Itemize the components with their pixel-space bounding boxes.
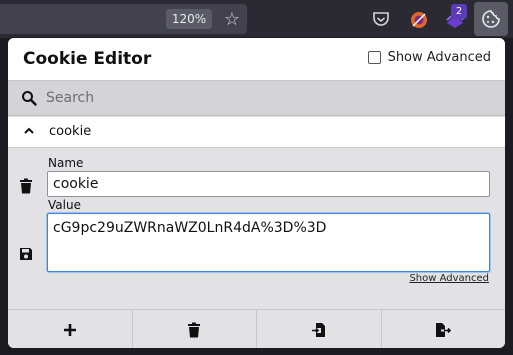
plus-icon: [63, 324, 76, 336]
chevron-up-icon: [24, 127, 34, 134]
zoom-level-button[interactable]: 120%: [166, 9, 212, 29]
cookie-name-header: cookie: [49, 124, 92, 139]
search-input[interactable]: [46, 87, 486, 109]
search-icon: [22, 91, 37, 106]
pocket-icon[interactable]: [370, 9, 392, 29]
cookie-list-item[interactable]: cookie: [8, 117, 505, 148]
file-import-icon: [311, 323, 325, 337]
file-export-icon: [436, 323, 452, 337]
show-advanced-link[interactable]: Show Advanced: [409, 273, 489, 284]
cookie-details: Name Value cG9pc29uZWRnaWZ0LnR4dA%3D%3D …: [8, 148, 505, 308]
cookie-icon: [482, 10, 500, 28]
value-label: Value: [48, 198, 81, 212]
export-button[interactable]: [382, 310, 506, 348]
show-advanced-label: Show Advanced: [387, 49, 491, 65]
show-advanced-toggle[interactable]: Show Advanced: [367, 48, 491, 66]
extension-badge: 2: [451, 4, 467, 19]
cookie-editor-popup: Cookie Editor Show Advanced cookie Name …: [7, 37, 506, 349]
star-icon[interactable]: ☆: [221, 8, 243, 30]
trash-icon[interactable]: [19, 178, 33, 194]
save-icon[interactable]: [19, 247, 33, 261]
show-advanced-checkbox[interactable]: [367, 50, 381, 64]
name-label: Name: [48, 156, 84, 170]
action-bar: [8, 309, 506, 348]
popup-title: Cookie Editor: [23, 49, 152, 69]
search-bar: [8, 81, 505, 116]
import-button[interactable]: [257, 310, 382, 348]
cookie-name-field[interactable]: [47, 171, 490, 197]
cookie-value-field[interactable]: cG9pc29uZWRnaWZ0LnR4dA%3D%3D: [47, 213, 490, 272]
delete-all-button[interactable]: [133, 310, 257, 348]
trash-icon: [188, 322, 201, 338]
popup-header: Cookie Editor Show Advanced: [8, 38, 505, 81]
cookie-editor-toolbar-button[interactable]: [474, 2, 508, 36]
browser-toolbar: 120% ☆ 2: [0, 0, 513, 38]
extension-icon[interactable]: [408, 9, 430, 31]
add-cookie-button[interactable]: [8, 310, 133, 348]
